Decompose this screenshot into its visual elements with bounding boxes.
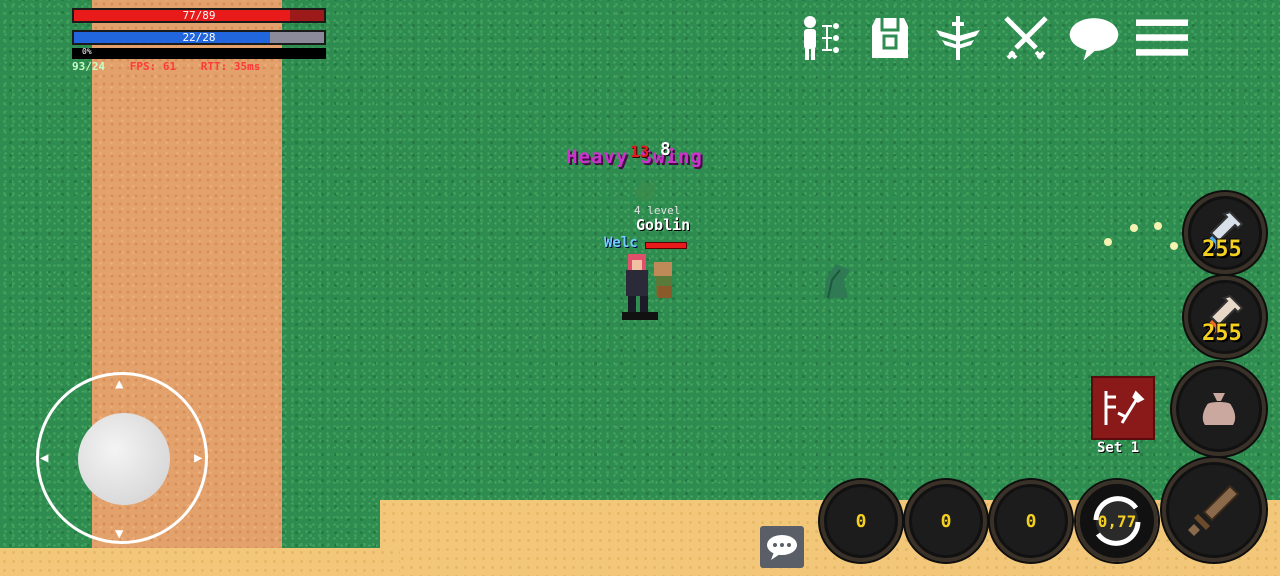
inventory-bag-button[interactable] (1172, 362, 1266, 456)
experience-bar: 0% (72, 47, 326, 59)
fps-text: FPS: 61 (129, 60, 177, 73)
rtt-text: RTT: 35ms (200, 60, 261, 73)
health-bar: 77/89 (72, 8, 326, 23)
skill-slot-4-value: 0,77 (1097, 511, 1137, 531)
skill-slot-4[interactable]: 0,77 (1076, 480, 1158, 562)
weapon-swap-icon (1104, 390, 1145, 425)
attack-button[interactable] (1162, 458, 1266, 562)
damage-number-white: 8 (660, 139, 671, 160)
health-potion-button[interactable]: 255 (1184, 276, 1266, 358)
skill-tree-icon[interactable] (794, 10, 850, 66)
mana-potion-count: 255 (1202, 237, 1242, 262)
chat-icon (767, 535, 797, 560)
hamburger-menu-icon[interactable] (1134, 10, 1190, 66)
joystick-left-arrow: ◀ (40, 450, 49, 466)
counter-text: 93/24 (72, 60, 106, 73)
joystick-right-arrow: ▶ (194, 450, 203, 466)
health-text: 77/89 (182, 9, 216, 22)
joystick-up-arrow: ▲ (115, 376, 124, 392)
faded-sprite (634, 180, 656, 202)
target-name: Goblin (636, 216, 691, 234)
joystick-down-arrow: ▼ (115, 526, 124, 542)
skill-slot-1-value: 0 (855, 510, 867, 532)
weapon-set-label: Set 1 (1097, 440, 1140, 456)
bag-icon (1202, 393, 1236, 425)
experience-text: 0% (82, 47, 92, 56)
target-health-bar (645, 242, 687, 249)
slime-monster[interactable] (818, 262, 854, 304)
flowers (1104, 222, 1178, 250)
player-name: Welc (604, 235, 638, 251)
skill-slot-2-value: 0 (940, 510, 952, 532)
chat-bubble-icon[interactable] (1064, 10, 1124, 66)
mana-text: 22/28 (182, 31, 216, 44)
skill-slot-3-value: 0 (1025, 510, 1037, 532)
mana-potion-button[interactable]: 255 (1184, 192, 1266, 274)
skill-slot-3[interactable]: 0 (990, 480, 1072, 562)
sand-area-left (0, 548, 400, 576)
pvp-icon[interactable] (998, 10, 1054, 66)
skill-slot-2[interactable]: 0 (905, 480, 987, 562)
guild-icon[interactable] (930, 10, 986, 66)
damage-number-red: 13 (630, 142, 650, 161)
joystick-knob[interactable] (78, 413, 170, 505)
equipment-icon[interactable] (862, 10, 918, 66)
weapon-set-button[interactable] (1091, 376, 1155, 440)
mana-bar: 22/28 (72, 30, 326, 45)
player-sprite[interactable] (614, 250, 684, 326)
chat-button[interactable] (760, 526, 804, 568)
health-potion-count: 255 (1202, 321, 1242, 346)
sword-icon (1188, 484, 1240, 536)
skill-slot-1[interactable]: 0 (820, 480, 902, 562)
debug-stats: 93/24 FPS: 61 RTT: 35ms (72, 60, 278, 73)
